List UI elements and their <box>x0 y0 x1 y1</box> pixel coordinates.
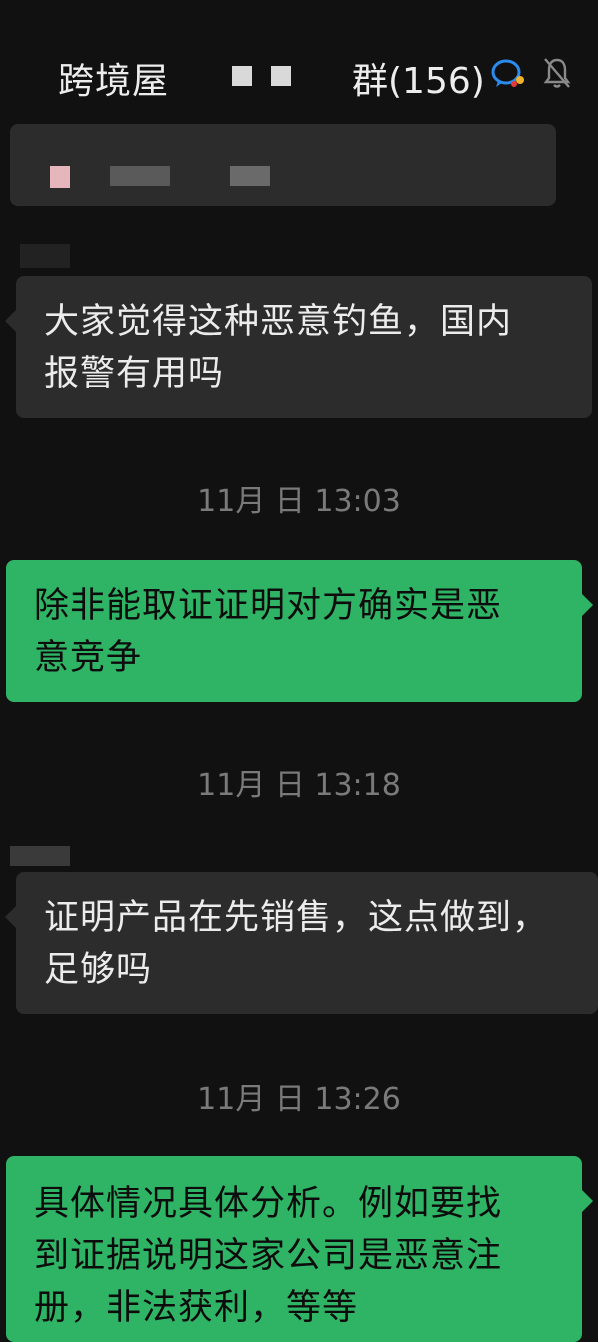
bubble-tail <box>5 310 16 332</box>
bubble-tail <box>582 1190 593 1212</box>
redacted-pixel <box>230 166 270 186</box>
redacted-message <box>10 124 556 206</box>
redacted-pixel <box>110 166 170 186</box>
chat-header: 跨境屋 群(156) <box>0 0 598 124</box>
message-text-line: 意竞争 <box>34 638 143 678</box>
message-bubble-incoming[interactable]: 证明产品在先销售，这点做到， 足够吗 <box>16 872 598 1014</box>
redacted-sender-name <box>20 244 70 268</box>
message-text-line: 证明产品在先销售，这点做到， <box>44 898 549 938</box>
message-text-line: 足够吗 <box>44 950 153 990</box>
timestamp: 11月 日 13:03 <box>197 484 401 519</box>
chat-bubble-icon[interactable] <box>490 58 528 90</box>
message-bubble-incoming[interactable]: 大家觉得这种恶意钓鱼，国内 报警有用吗 <box>16 276 592 418</box>
message-bubble-outgoing[interactable]: 具体情况具体分析。例如要找 到证据说明这家公司是恶意注 册，非法获利，等等 <box>6 1156 582 1342</box>
bell-muted-icon[interactable] <box>542 56 572 90</box>
group-title[interactable]: 跨境屋 <box>58 52 169 104</box>
message-text-line: 具体情况具体分析。例如要找 <box>34 1184 503 1224</box>
redacted-block <box>271 66 291 86</box>
message-text-line: 大家觉得这种恶意钓鱼，国内 <box>44 302 513 342</box>
timestamp: 11月 日 13:18 <box>197 768 401 803</box>
timestamp: 11月 日 13:26 <box>197 1082 401 1117</box>
message-text-line: 到证据说明这家公司是恶意注 <box>34 1236 503 1276</box>
group-member-count[interactable]: 群(156) <box>352 52 485 104</box>
message-text-line: 报警有用吗 <box>44 354 225 394</box>
redacted-block <box>232 66 252 86</box>
redacted-sender-name <box>10 846 70 866</box>
bubble-tail <box>582 594 593 616</box>
bubble-tail <box>5 906 16 928</box>
message-text-line: 除非能取证证明对方确实是恶 <box>34 586 503 626</box>
redacted-pixel <box>50 166 70 188</box>
message-bubble-outgoing[interactable]: 除非能取证证明对方确实是恶 意竞争 <box>6 560 582 702</box>
message-text-line: 册，非法获利，等等 <box>34 1288 359 1328</box>
